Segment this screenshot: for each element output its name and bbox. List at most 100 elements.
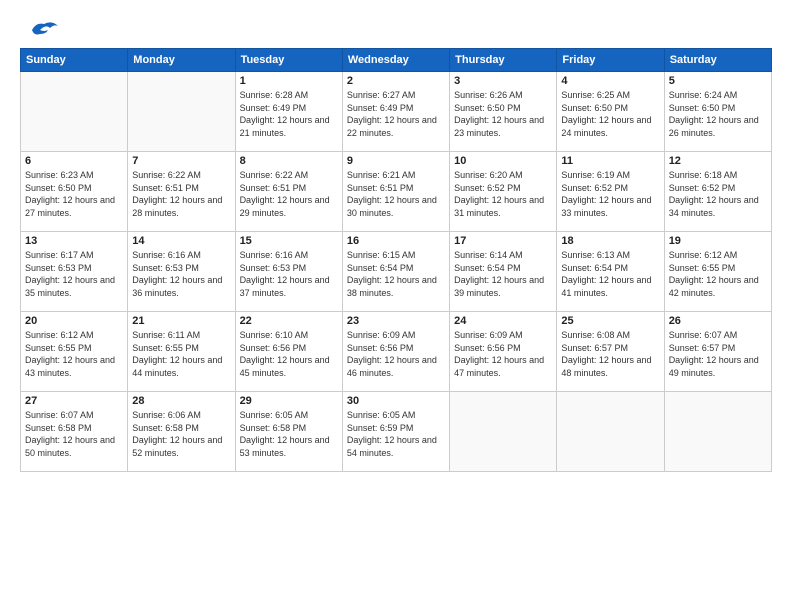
- calendar-cell: 30 Sunrise: 6:05 AMSunset: 6:59 PMDayligh…: [342, 392, 449, 472]
- calendar-table: Sunday Monday Tuesday Wednesday Thursday…: [20, 48, 772, 472]
- header: [20, 16, 772, 38]
- day-info: Sunrise: 6:28 AMSunset: 6:49 PMDaylight:…: [240, 89, 338, 139]
- calendar-week-2: 13Sunrise: 6:17 AMSunset: 6:53 PMDayligh…: [21, 232, 772, 312]
- calendar-cell: 2 Sunrise: 6:27 AMSunset: 6:49 PMDaylight…: [342, 72, 449, 152]
- calendar-cell: 13Sunrise: 6:17 AMSunset: 6:53 PMDayligh…: [21, 232, 128, 312]
- day-info: Sunrise: 6:09 AMSunset: 6:56 PMDaylight:…: [454, 329, 552, 379]
- calendar-cell: 12 Sunrise: 6:18 AMSunset: 6:52 PMDayligh…: [664, 152, 771, 232]
- day-number: 2: [347, 75, 445, 87]
- calendar-header: Sunday Monday Tuesday Wednesday Thursday…: [21, 49, 772, 72]
- calendar-cell: 21 Sunrise: 6:11 AMSunset: 6:55 PMDayligh…: [128, 312, 235, 392]
- calendar-cell: [450, 392, 557, 472]
- calendar-cell: 8 Sunrise: 6:22 AMSunset: 6:51 PMDaylight…: [235, 152, 342, 232]
- day-number: 16: [347, 235, 445, 247]
- day-info: Sunrise: 6:19 AMSunset: 6:52 PMDaylight:…: [561, 169, 659, 219]
- calendar-cell: 28 Sunrise: 6:06 AMSunset: 6:58 PMDayligh…: [128, 392, 235, 472]
- day-number: 17: [454, 235, 552, 247]
- calendar-cell: 1 Sunrise: 6:28 AMSunset: 6:49 PMDaylight…: [235, 72, 342, 152]
- day-number: 11: [561, 155, 659, 167]
- calendar-cell: 26 Sunrise: 6:07 AMSunset: 6:57 PMDayligh…: [664, 312, 771, 392]
- logo-bird-icon: [24, 16, 52, 38]
- day-number: 10: [454, 155, 552, 167]
- day-info: Sunrise: 6:22 AMSunset: 6:51 PMDaylight:…: [240, 169, 338, 219]
- calendar-cell: 14 Sunrise: 6:16 AMSunset: 6:53 PMDayligh…: [128, 232, 235, 312]
- calendar-cell: 24 Sunrise: 6:09 AMSunset: 6:56 PMDayligh…: [450, 312, 557, 392]
- header-row: Sunday Monday Tuesday Wednesday Thursday…: [21, 49, 772, 72]
- calendar-week-1: 6 Sunrise: 6:23 AMSunset: 6:50 PMDaylight…: [21, 152, 772, 232]
- day-info: Sunrise: 6:24 AMSunset: 6:50 PMDaylight:…: [669, 89, 767, 139]
- day-info: Sunrise: 6:26 AMSunset: 6:50 PMDaylight:…: [454, 89, 552, 139]
- day-number: 19: [669, 235, 767, 247]
- day-info: Sunrise: 6:09 AMSunset: 6:56 PMDaylight:…: [347, 329, 445, 379]
- day-number: 28: [132, 395, 230, 407]
- day-number: 26: [669, 315, 767, 327]
- day-number: 23: [347, 315, 445, 327]
- calendar-week-3: 20 Sunrise: 6:12 AMSunset: 6:55 PMDayligh…: [21, 312, 772, 392]
- calendar-cell: 19 Sunrise: 6:12 AMSunset: 6:55 PMDayligh…: [664, 232, 771, 312]
- calendar-cell: 4Sunrise: 6:25 AMSunset: 6:50 PMDaylight…: [557, 72, 664, 152]
- day-info: Sunrise: 6:17 AMSunset: 6:53 PMDaylight:…: [25, 249, 123, 299]
- calendar-cell: 3 Sunrise: 6:26 AMSunset: 6:50 PMDaylight…: [450, 72, 557, 152]
- day-info: Sunrise: 6:21 AMSunset: 6:51 PMDaylight:…: [347, 169, 445, 219]
- calendar-cell: 7Sunrise: 6:22 AMSunset: 6:51 PMDaylight…: [128, 152, 235, 232]
- calendar-cell: 29Sunrise: 6:05 AMSunset: 6:58 PMDayligh…: [235, 392, 342, 472]
- calendar-week-4: 27 Sunrise: 6:07 AMSunset: 6:58 PMDayligh…: [21, 392, 772, 472]
- day-info: Sunrise: 6:27 AMSunset: 6:49 PMDaylight:…: [347, 89, 445, 139]
- calendar-cell: 5 Sunrise: 6:24 AMSunset: 6:50 PMDaylight…: [664, 72, 771, 152]
- day-info: Sunrise: 6:07 AMSunset: 6:58 PMDaylight:…: [25, 409, 123, 459]
- calendar-cell: 27 Sunrise: 6:07 AMSunset: 6:58 PMDayligh…: [21, 392, 128, 472]
- day-number: 6: [25, 155, 123, 167]
- col-saturday: Saturday: [664, 49, 771, 72]
- col-wednesday: Wednesday: [342, 49, 449, 72]
- day-info: Sunrise: 6:18 AMSunset: 6:52 PMDaylight:…: [669, 169, 767, 219]
- day-number: 1: [240, 75, 338, 87]
- day-number: 25: [561, 315, 659, 327]
- calendar-cell: 22Sunrise: 6:10 AMSunset: 6:56 PMDayligh…: [235, 312, 342, 392]
- day-info: Sunrise: 6:13 AMSunset: 6:54 PMDaylight:…: [561, 249, 659, 299]
- calendar-cell: [664, 392, 771, 472]
- day-number: 27: [25, 395, 123, 407]
- day-number: 9: [347, 155, 445, 167]
- day-number: 5: [669, 75, 767, 87]
- calendar-cell: 18 Sunrise: 6:13 AMSunset: 6:54 PMDayligh…: [557, 232, 664, 312]
- day-number: 29: [240, 395, 338, 407]
- day-info: Sunrise: 6:14 AMSunset: 6:54 PMDaylight:…: [454, 249, 552, 299]
- col-monday: Monday: [128, 49, 235, 72]
- day-info: Sunrise: 6:12 AMSunset: 6:55 PMDaylight:…: [669, 249, 767, 299]
- day-info: Sunrise: 6:22 AMSunset: 6:51 PMDaylight:…: [132, 169, 230, 219]
- calendar-cell: [128, 72, 235, 152]
- day-number: 24: [454, 315, 552, 327]
- day-number: 18: [561, 235, 659, 247]
- day-info: Sunrise: 6:11 AMSunset: 6:55 PMDaylight:…: [132, 329, 230, 379]
- day-number: 14: [132, 235, 230, 247]
- calendar-cell: 20 Sunrise: 6:12 AMSunset: 6:55 PMDayligh…: [21, 312, 128, 392]
- calendar-cell: 25Sunrise: 6:08 AMSunset: 6:57 PMDayligh…: [557, 312, 664, 392]
- day-info: Sunrise: 6:07 AMSunset: 6:57 PMDaylight:…: [669, 329, 767, 379]
- day-info: Sunrise: 6:23 AMSunset: 6:50 PMDaylight:…: [25, 169, 123, 219]
- day-number: 12: [669, 155, 767, 167]
- day-info: Sunrise: 6:06 AMSunset: 6:58 PMDaylight:…: [132, 409, 230, 459]
- day-info: Sunrise: 6:15 AMSunset: 6:54 PMDaylight:…: [347, 249, 445, 299]
- calendar-cell: 10Sunrise: 6:20 AMSunset: 6:52 PMDayligh…: [450, 152, 557, 232]
- day-info: Sunrise: 6:12 AMSunset: 6:55 PMDaylight:…: [25, 329, 123, 379]
- calendar-cell: 11 Sunrise: 6:19 AMSunset: 6:52 PMDayligh…: [557, 152, 664, 232]
- logo: [20, 16, 52, 38]
- calendar-cell: 15 Sunrise: 6:16 AMSunset: 6:53 PMDayligh…: [235, 232, 342, 312]
- calendar-cell: 23 Sunrise: 6:09 AMSunset: 6:56 PMDayligh…: [342, 312, 449, 392]
- day-number: 20: [25, 315, 123, 327]
- day-info: Sunrise: 6:05 AMSunset: 6:59 PMDaylight:…: [347, 409, 445, 459]
- calendar-cell: 6 Sunrise: 6:23 AMSunset: 6:50 PMDaylight…: [21, 152, 128, 232]
- day-number: 21: [132, 315, 230, 327]
- day-number: 8: [240, 155, 338, 167]
- page: Sunday Monday Tuesday Wednesday Thursday…: [0, 0, 792, 612]
- day-info: Sunrise: 6:16 AMSunset: 6:53 PMDaylight:…: [132, 249, 230, 299]
- calendar-cell: 17 Sunrise: 6:14 AMSunset: 6:54 PMDayligh…: [450, 232, 557, 312]
- day-number: 4: [561, 75, 659, 87]
- day-number: 30: [347, 395, 445, 407]
- day-number: 15: [240, 235, 338, 247]
- day-info: Sunrise: 6:16 AMSunset: 6:53 PMDaylight:…: [240, 249, 338, 299]
- calendar-week-0: 1 Sunrise: 6:28 AMSunset: 6:49 PMDaylight…: [21, 72, 772, 152]
- day-number: 3: [454, 75, 552, 87]
- calendar-cell: 16 Sunrise: 6:15 AMSunset: 6:54 PMDayligh…: [342, 232, 449, 312]
- col-sunday: Sunday: [21, 49, 128, 72]
